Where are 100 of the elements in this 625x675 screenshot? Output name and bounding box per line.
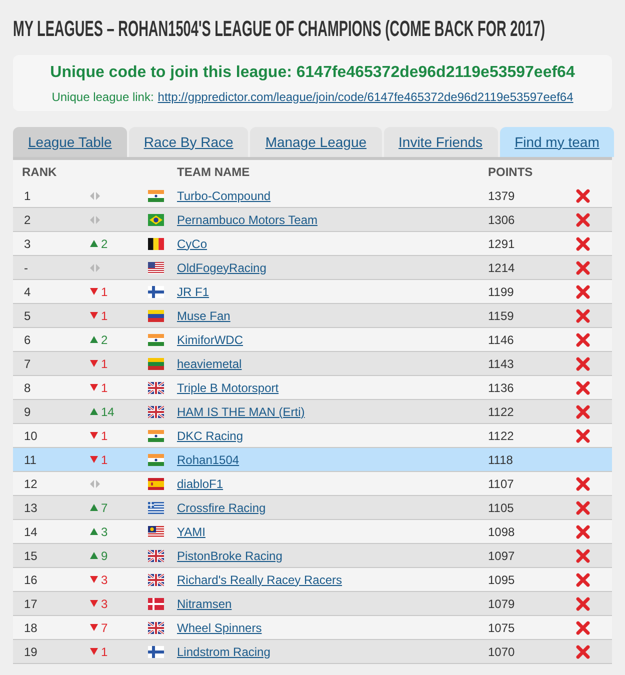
team-link[interactable]: PistonBroke Racing: [177, 548, 282, 562]
rank: -: [23, 260, 29, 276]
rank: 18: [23, 620, 38, 636]
rank: 3: [23, 236, 32, 252]
rank: 11: [23, 452, 38, 468]
link-label: Unique league link:: [52, 88, 154, 106]
points: 1118: [488, 452, 514, 468]
rank: 1: [23, 188, 32, 204]
team-link[interactable]: diabloF1: [177, 476, 224, 490]
points: 1107: [488, 476, 515, 492]
remove-icon[interactable]: [576, 572, 590, 586]
remove-icon[interactable]: [576, 380, 590, 394]
rank: 10: [23, 428, 38, 444]
team-link[interactable]: Lindstrom Racing: [177, 644, 270, 658]
rank: 7: [23, 356, 32, 372]
position-change: 2: [101, 236, 108, 252]
rank: 4: [23, 284, 32, 300]
team-link[interactable]: Turbo-Compound: [177, 188, 271, 202]
remove-icon[interactable]: [576, 596, 590, 610]
remove-icon[interactable]: [576, 428, 590, 442]
points: 1199: [488, 284, 515, 300]
remove-icon[interactable]: [576, 620, 590, 634]
join-code: Unique code to join this league: 6147fe465372de96d2119e53597eef64: [50, 62, 575, 82]
position-change: 1: [101, 428, 108, 444]
points: 1379: [488, 188, 516, 204]
points: 1122: [488, 404, 515, 420]
remove-icon[interactable]: [576, 188, 590, 202]
position-change: 1: [101, 644, 108, 660]
remove-icon[interactable]: [576, 332, 590, 346]
team-link[interactable]: Muse Fan: [177, 308, 230, 322]
team-link[interactable]: HAM IS THE MAN (Erti): [177, 404, 305, 418]
position-change: 1: [101, 356, 108, 372]
remove-icon[interactable]: [576, 500, 590, 514]
rank: 9: [23, 404, 32, 420]
points: 1097: [488, 548, 516, 564]
league-link[interactable]: http://gppredictor.com/league/join/code/6147fe465372de96d2119e53597eef64: [158, 88, 574, 106]
rank: 15: [23, 548, 38, 564]
page-title: MY LEAGUES – ROHAN1504'S LEAGUE OF CHAMPIONS (COME BACK FOR 2017): [13, 14, 545, 43]
rank: 13: [23, 500, 38, 516]
team-link[interactable]: Triple B Motorsport: [177, 380, 279, 394]
tab[interactable]: Race By Race: [128, 127, 248, 157]
points: 1136: [488, 380, 515, 396]
rank: 12: [23, 476, 38, 492]
points: 1306: [488, 212, 516, 228]
remove-icon[interactable]: [576, 404, 590, 418]
team-link[interactable]: Rohan1504: [177, 452, 240, 466]
remove-icon[interactable]: [576, 284, 590, 298]
find-team-button[interactable]: Find my team: [500, 127, 614, 157]
position-change: 2: [101, 332, 108, 348]
remove-icon[interactable]: [576, 236, 590, 250]
team-link[interactable]: Richard's Really Racey Racers: [177, 572, 342, 586]
team-link[interactable]: Wheel Spinners: [177, 620, 262, 634]
position-change: 14: [101, 404, 114, 420]
team-link[interactable]: CyCo: [177, 236, 208, 250]
tab[interactable]: Invite Friends: [384, 127, 498, 157]
rank: 14: [23, 524, 38, 540]
remove-icon[interactable]: [576, 260, 590, 274]
remove-icon[interactable]: [576, 212, 590, 226]
points: 1075: [488, 620, 516, 636]
rank: 6: [23, 332, 32, 348]
team-link[interactable]: JR F1: [177, 284, 210, 298]
points: 1079: [488, 596, 516, 612]
column-header: POINTS: [488, 164, 533, 181]
remove-icon[interactable]: [576, 476, 590, 490]
remove-icon[interactable]: [576, 308, 590, 322]
position-change: 1: [101, 452, 108, 468]
position-change: 1: [101, 284, 108, 300]
team-link[interactable]: DKC Racing: [177, 428, 244, 442]
position-change: 1: [101, 380, 108, 396]
tab[interactable]: League Table: [13, 127, 127, 157]
rank: 2: [23, 212, 32, 228]
points: 1159: [488, 308, 515, 324]
rank: 8: [23, 380, 32, 396]
rank: 19: [23, 644, 38, 660]
points: 1214: [488, 260, 516, 276]
team-link[interactable]: OldFogeyRacing: [177, 260, 266, 274]
team-link[interactable]: heaviemetal: [177, 356, 242, 370]
position-change: 1: [101, 308, 108, 324]
team-link[interactable]: YAMI: [177, 524, 206, 538]
team-link[interactable]: Pernambuco Motors Team: [177, 212, 318, 226]
remove-icon[interactable]: [576, 644, 590, 658]
position-change: 3: [101, 572, 108, 588]
column-header: TEAM NAME: [177, 164, 251, 181]
points: 1098: [488, 524, 516, 540]
position-change: 7: [101, 500, 108, 516]
points: 1146: [488, 332, 515, 348]
position-change: 7: [101, 620, 108, 636]
points: 1105: [488, 500, 515, 516]
rank: 17: [23, 596, 38, 612]
position-change: 3: [101, 524, 108, 540]
rank: 5: [23, 308, 32, 324]
points: 1143: [488, 356, 515, 372]
team-link[interactable]: Nitramsen: [177, 596, 232, 610]
tab[interactable]: Manage League: [250, 127, 382, 157]
team-link[interactable]: KimiforWDC: [177, 332, 243, 346]
remove-icon[interactable]: [576, 356, 590, 370]
remove-icon[interactable]: [576, 548, 590, 562]
column-header: RANK: [21, 164, 58, 181]
team-link[interactable]: Crossfire Racing: [177, 500, 266, 514]
remove-icon[interactable]: [576, 524, 590, 538]
